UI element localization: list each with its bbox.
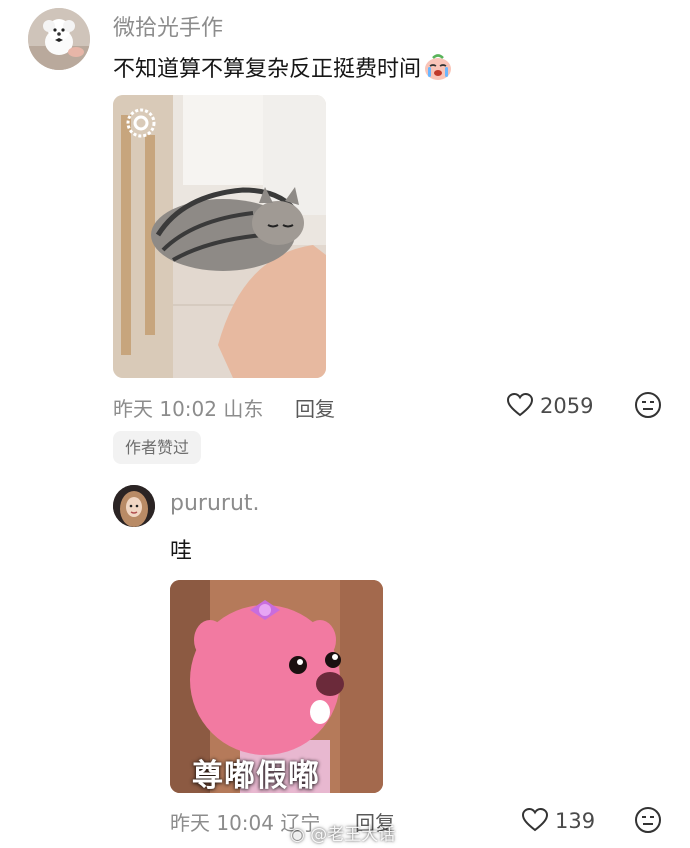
comment-time: 昨天 10:02 <box>113 397 217 421</box>
weibo-watermark: ◉ @老王大话 <box>290 820 395 845</box>
reply-time: 昨天 10:04 <box>170 811 274 835</box>
reply-dislike-face-icon[interactable] <box>634 806 662 834</box>
commenter-avatar[interactable] <box>28 8 90 70</box>
comment-reply-button[interactable]: 回复 <box>295 393 335 422</box>
author-liked-badge: 作者赞过 <box>113 431 202 464</box>
dislike-face-icon[interactable] <box>634 391 662 419</box>
reply-text: 哇 <box>170 539 193 564</box>
comment-photo[interactable] <box>113 95 326 378</box>
comment-like-count: 2059 <box>540 394 594 418</box>
reply-username[interactable]: pururut. <box>170 491 260 516</box>
comment-text-content: 不知道算不算复杂反正挺费时间 <box>113 57 422 82</box>
reply-heart-icon[interactable] <box>521 806 549 834</box>
crying-face-emoji-icon <box>423 52 453 82</box>
reply-sticker-image[interactable]: 尊嘟假嘟 <box>170 580 383 793</box>
sticker-caption: 尊嘟假嘟 <box>192 758 320 793</box>
heart-icon[interactable] <box>506 391 534 419</box>
weibo-logo-icon: ◉ <box>290 825 305 845</box>
comment-text: 不知道算不算复杂反正挺费时间 <box>113 51 453 83</box>
comment-location: 山东 <box>223 397 264 421</box>
reply-avatar[interactable] <box>113 485 155 527</box>
watermark-handle: @老王大话 <box>310 825 396 845</box>
commenter-username[interactable]: 微拾光手作 <box>113 10 223 42</box>
comment-timestamp: 昨天 10:02 山东 <box>113 393 263 422</box>
reply-like-count: 139 <box>555 809 596 833</box>
